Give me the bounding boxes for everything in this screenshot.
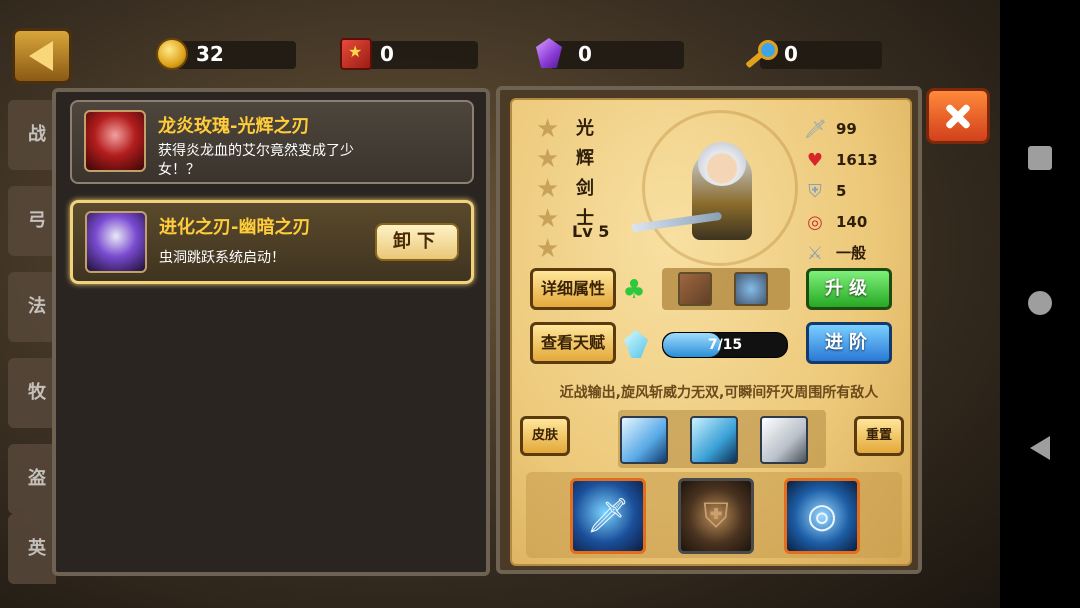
sword-icon: 🗡 [804,119,827,140]
stat-value: 1613 [836,151,878,169]
coin-counter-bg [174,41,296,69]
ticket-value: 0 [380,42,394,66]
gem-counter: 0 [532,38,686,70]
skin-title: 龙炎玫瑰-光辉之刃 [158,116,310,137]
armor-icon: ⛨ [808,181,822,202]
skin-button[interactable]: 皮肤 [520,416,570,456]
back-button[interactable] [12,28,72,84]
skin-card[interactable]: 龙炎玫瑰-光辉之刃 获得炎龙血的艾尔竟然变成了少女！？ [70,100,474,184]
skin-title: 进化之刃-幽暗之刃 [159,217,311,238]
skin-portrait [84,110,146,172]
blade-icon: 🗡 [586,496,630,536]
talent-progress-bar: 7/15 [662,332,788,358]
ticket-counter: 0 [340,38,480,70]
star-icon: ★ [536,114,560,144]
rune-slots [662,268,790,310]
ring-icon: ◎ [807,496,837,536]
hero-level: Lv 5 [572,222,610,241]
key-counter-bg [760,41,882,69]
crystal-icon [624,330,648,358]
hero-portrait [631,110,802,266]
hero-name-char: 辉 [576,148,594,169]
weapon-slot[interactable]: 🗡 [570,478,646,554]
class-tab-label: 牧 [28,382,46,403]
game-screen: 战 弓 法 牧 盗 英 32 0 0 0 龙炎玫瑰-光辉之刃 获得炎龙血的艾尔竟… [0,0,1000,608]
heart-icon: ♥ [806,150,824,171]
gem-value: 0 [578,42,592,66]
rune-orb-icon[interactable] [734,272,768,306]
star-icon: ★ [536,204,560,234]
stat-defense: ⛨ 5 [804,176,904,207]
progress-text: 7/15 [707,337,743,353]
class-tab-label: 弓 [28,210,46,231]
stat-value: 99 [836,120,857,138]
reset-button[interactable]: 重置 [854,416,904,456]
class-tab-mage[interactable]: 法 [8,272,56,342]
red-book-icon [340,38,372,70]
skin-portrait [85,211,147,273]
ring-slot[interactable]: ◎ [784,478,860,554]
armor-slot[interactable]: ⛨ [678,478,754,554]
stat-value: 140 [836,213,868,231]
hero-description: 近战输出,旋风斩威力无双,可瞬间歼灭周围所有敌人 [559,385,879,401]
coin-counter: 32 [156,38,298,70]
class-tab-label: 战 [28,124,46,145]
clover-icon: ♣ [622,275,646,305]
coin-value: 32 [196,42,224,66]
hero-stats: 🗡 99 ♥ 1613 ⛨ 5 ◎ 140 ⚔ 一般 [804,114,904,269]
details-button[interactable]: 详细属性 [530,268,616,310]
class-tab-archer[interactable]: 弓 [8,186,56,256]
recents-button[interactable] [1022,140,1058,176]
coin-icon [156,38,188,70]
target-icon: ◎ [807,212,823,233]
star-icon: ★ [536,174,560,204]
star-icon: ★ [536,144,560,174]
class-tab-priest[interactable]: 牧 [8,358,56,428]
class-tab-warrior[interactable]: 战 [8,100,56,170]
hero-name-char: 光 [576,118,594,139]
skin-card-selected[interactable]: 进化之刃-幽暗之刃 虫洞跳跃系统启动！ 卸下 [70,200,474,284]
class-tab-label: 英 [28,538,46,559]
hero-detail-panel: ★ ★ ★ ★ ★ 光 辉 剑 士 Lv 5 🗡 99 ♥ 1613 ⛨ 5 ◎… [496,86,922,574]
hero-name-char: 剑 [576,178,594,199]
star-icon: ★ [536,234,560,264]
home-button[interactable] [1022,285,1058,321]
stat-weapon: ⚔ 一般 [804,238,904,269]
gem-counter-bg [550,41,684,69]
stat-attack: 🗡 99 [804,114,904,145]
stat-accuracy: ◎ 140 [804,207,904,238]
stat-value: 5 [836,182,847,200]
skin-list-panel: 龙炎玫瑰-光辉之刃 获得炎龙血的艾尔竟然变成了少女！？ 进化之刃-幽暗之刃 虫洞… [52,88,490,576]
hero-name: 光 辉 剑 士 [576,114,616,234]
unequip-button[interactable]: 卸下 [375,223,459,261]
hero-head [698,142,746,186]
stat-hp: ♥ 1613 [804,145,904,176]
rune-book-icon[interactable] [678,272,712,306]
skin-description: 虫洞跳跃系统启动！ [159,250,285,266]
armor-icon: ⛨ [703,496,729,536]
hero-parchment: ★ ★ ★ ★ ★ 光 辉 剑 士 Lv 5 🗡 99 ♥ 1613 ⛨ 5 ◎… [510,98,912,566]
skill-icon[interactable] [620,416,668,464]
key-value: 0 [784,42,798,66]
class-tab-hero[interactable]: 英 [8,514,56,584]
skill-icon[interactable] [760,416,808,464]
ticket-counter-bg [358,41,478,69]
weapon-icon: ⚔ [806,243,824,264]
key-counter: 0 [742,38,884,70]
key-icon [742,38,778,70]
android-nav-bar [1000,0,1080,608]
stat-value: 一般 [836,244,867,262]
class-tabs: 战 弓 法 牧 盗 英 [0,100,56,584]
class-tab-rogue[interactable]: 盗 [8,444,56,514]
class-tab-label: 法 [28,296,46,317]
class-tab-label: 盗 [28,468,46,489]
nav-back-button[interactable] [1022,430,1058,466]
upgrade-button[interactable]: 升级 [806,268,892,310]
skill-icon[interactable] [690,416,738,464]
close-icon[interactable] [926,88,990,144]
advance-button[interactable]: 进阶 [806,322,892,364]
talent-button[interactable]: 查看天赋 [530,322,616,364]
hero-stars: ★ ★ ★ ★ ★ [536,116,572,266]
skin-description: 获得炎龙血的艾尔竟然变成了少女！？ [158,143,354,178]
